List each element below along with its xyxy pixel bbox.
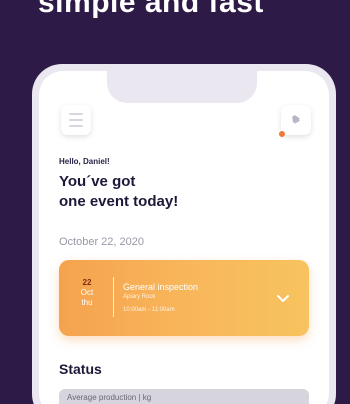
menu-button[interactable] [61, 105, 91, 135]
production-label: Average production | kg [67, 393, 152, 402]
event-month: Oct [80, 288, 94, 297]
events-headline: You´ve got one event today! [59, 172, 299, 212]
event-location: Apiary Rock [123, 294, 156, 300]
chevron-down-icon[interactable] [275, 290, 291, 306]
menu-icon-line [69, 125, 83, 127]
event-weekday: thu [81, 298, 93, 307]
menu-icon-line [69, 113, 83, 115]
event-title: General inspection [123, 282, 199, 292]
event-card[interactable]: 22 Oct thu General inspection Apiary Roc… [59, 260, 309, 336]
phone-notch [107, 71, 257, 103]
current-date: October 22, 2020 [59, 236, 145, 248]
bell-icon [292, 115, 300, 124]
event-date-block: 22 Oct thu [75, 278, 99, 308]
greeting-text: Hello, Daniel! [59, 157, 110, 166]
phone-mockup: Hello, Daniel! You´ve got one event toda… [32, 64, 336, 404]
production-selector[interactable]: Average production | kg [59, 389, 309, 404]
app-screen: Hello, Daniel! You´ve got one event toda… [39, 71, 329, 404]
events-headline-line1: You´ve got [59, 173, 136, 190]
status-heading: Status [59, 361, 102, 377]
event-day: 22 [82, 278, 92, 287]
event-divider [113, 277, 114, 317]
events-headline-line2: one event today! [59, 193, 179, 210]
menu-icon-line [69, 119, 83, 121]
notification-dot [279, 131, 285, 137]
hero-headline: simple and fast [38, 0, 264, 19]
notifications-button[interactable] [281, 105, 311, 135]
event-time: 10:00am - 11:00am [123, 307, 175, 313]
